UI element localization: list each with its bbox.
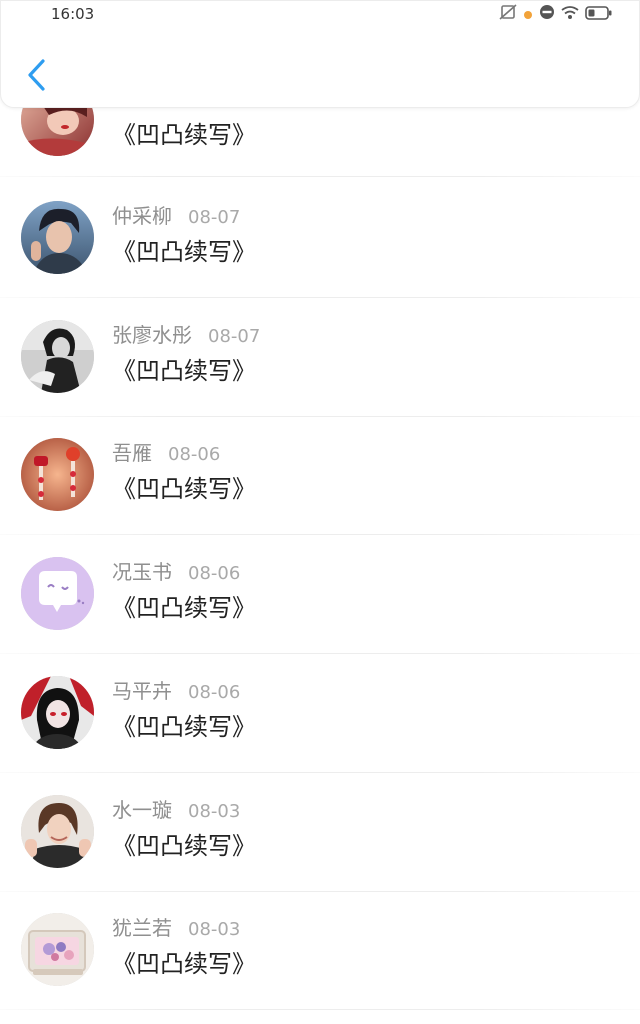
sender-name: 犹兰若 (112, 916, 172, 940)
avatar-image (21, 201, 94, 274)
message-date: 08-03 (188, 801, 241, 822)
message-text: 《凹凸续写》 (112, 357, 256, 385)
avatar[interactable] (21, 201, 94, 274)
top-app-bar: 16:03 (0, 0, 640, 108)
message-text: 《凹凸续写》 (112, 594, 256, 622)
do-not-disturb-icon (539, 4, 555, 24)
avatar-image (21, 438, 94, 511)
divider (0, 1009, 640, 1010)
divider (0, 176, 640, 177)
message-text: 《凹凸续写》 (112, 950, 256, 978)
avatar[interactable] (21, 557, 94, 630)
message-text: 《凹凸续写》 (112, 832, 256, 860)
notification-dot-icon (523, 5, 533, 24)
message-list[interactable]: 《凹凸续写》 仲采柳 08-07 《凹凸续写》 张廖水彤 08-07 《凹凸续写… (0, 0, 640, 1024)
avatar[interactable] (21, 913, 94, 986)
name-line: 况玉书 08-06 (112, 559, 240, 585)
message-date: 08-03 (188, 919, 241, 940)
sender-name: 况玉书 (112, 560, 172, 584)
no-sim-icon (499, 4, 517, 24)
name-line: 犹兰若 08-03 (112, 915, 240, 941)
message-row[interactable]: 仲采柳 08-07 《凹凸续写》 (0, 179, 640, 298)
avatar[interactable] (21, 795, 94, 868)
name-line: 仲采柳 08-07 (112, 203, 240, 229)
status-icons (499, 4, 613, 24)
message-row[interactable]: 况玉书 08-06 《凹凸续写》 (0, 535, 640, 654)
message-row[interactable]: 马平卉 08-06 《凹凸续写》 (0, 654, 640, 773)
avatar[interactable] (21, 320, 94, 393)
message-date: 08-07 (188, 207, 241, 228)
avatar-image (21, 557, 94, 630)
chevron-left-icon (19, 59, 55, 101)
avatar[interactable] (21, 438, 94, 511)
avatar-image (21, 320, 94, 393)
name-line: 张廖水彤 08-07 (112, 322, 260, 348)
avatar-image (21, 676, 94, 749)
message-row[interactable]: 水一璇 08-03 《凹凸续写》 (0, 773, 640, 892)
sender-name: 张廖水彤 (112, 323, 192, 347)
message-row[interactable]: 犹兰若 08-03 《凹凸续写》 (0, 891, 640, 1010)
message-row[interactable]: 吾雁 08-06 《凹凸续写》 (0, 416, 640, 535)
message-text: 《凹凸续写》 (112, 238, 256, 266)
sender-name: 水一璇 (112, 798, 172, 822)
message-row[interactable]: 张廖水彤 08-07 《凹凸续写》 (0, 298, 640, 417)
sender-name: 仲采柳 (112, 204, 172, 228)
back-button[interactable] (19, 53, 55, 97)
message-date: 08-06 (188, 682, 241, 703)
name-line: 马平卉 08-06 (112, 678, 240, 704)
name-line: 水一璇 08-03 (112, 797, 240, 823)
message-date: 08-06 (168, 444, 221, 465)
status-bar: 16:03 (1, 1, 640, 27)
message-text: 《凹凸续写》 (112, 475, 256, 503)
message-text: 《凹凸续写》 (112, 121, 256, 149)
wifi-icon (561, 5, 579, 24)
page: 《凹凸续写》 仲采柳 08-07 《凹凸续写》 张廖水彤 08-07 《凹凸续写… (0, 0, 640, 1024)
sender-name: 马平卉 (112, 679, 172, 703)
message-date: 08-06 (188, 563, 241, 584)
battery-icon (585, 5, 613, 24)
message-date: 08-07 (208, 326, 261, 347)
avatar[interactable] (21, 676, 94, 749)
sender-name: 吾雁 (112, 441, 152, 465)
name-line: 吾雁 08-06 (112, 440, 220, 466)
avatar-image (21, 913, 94, 986)
clock: 16:03 (51, 5, 95, 23)
message-text: 《凹凸续写》 (112, 713, 256, 741)
avatar-image (21, 795, 94, 868)
